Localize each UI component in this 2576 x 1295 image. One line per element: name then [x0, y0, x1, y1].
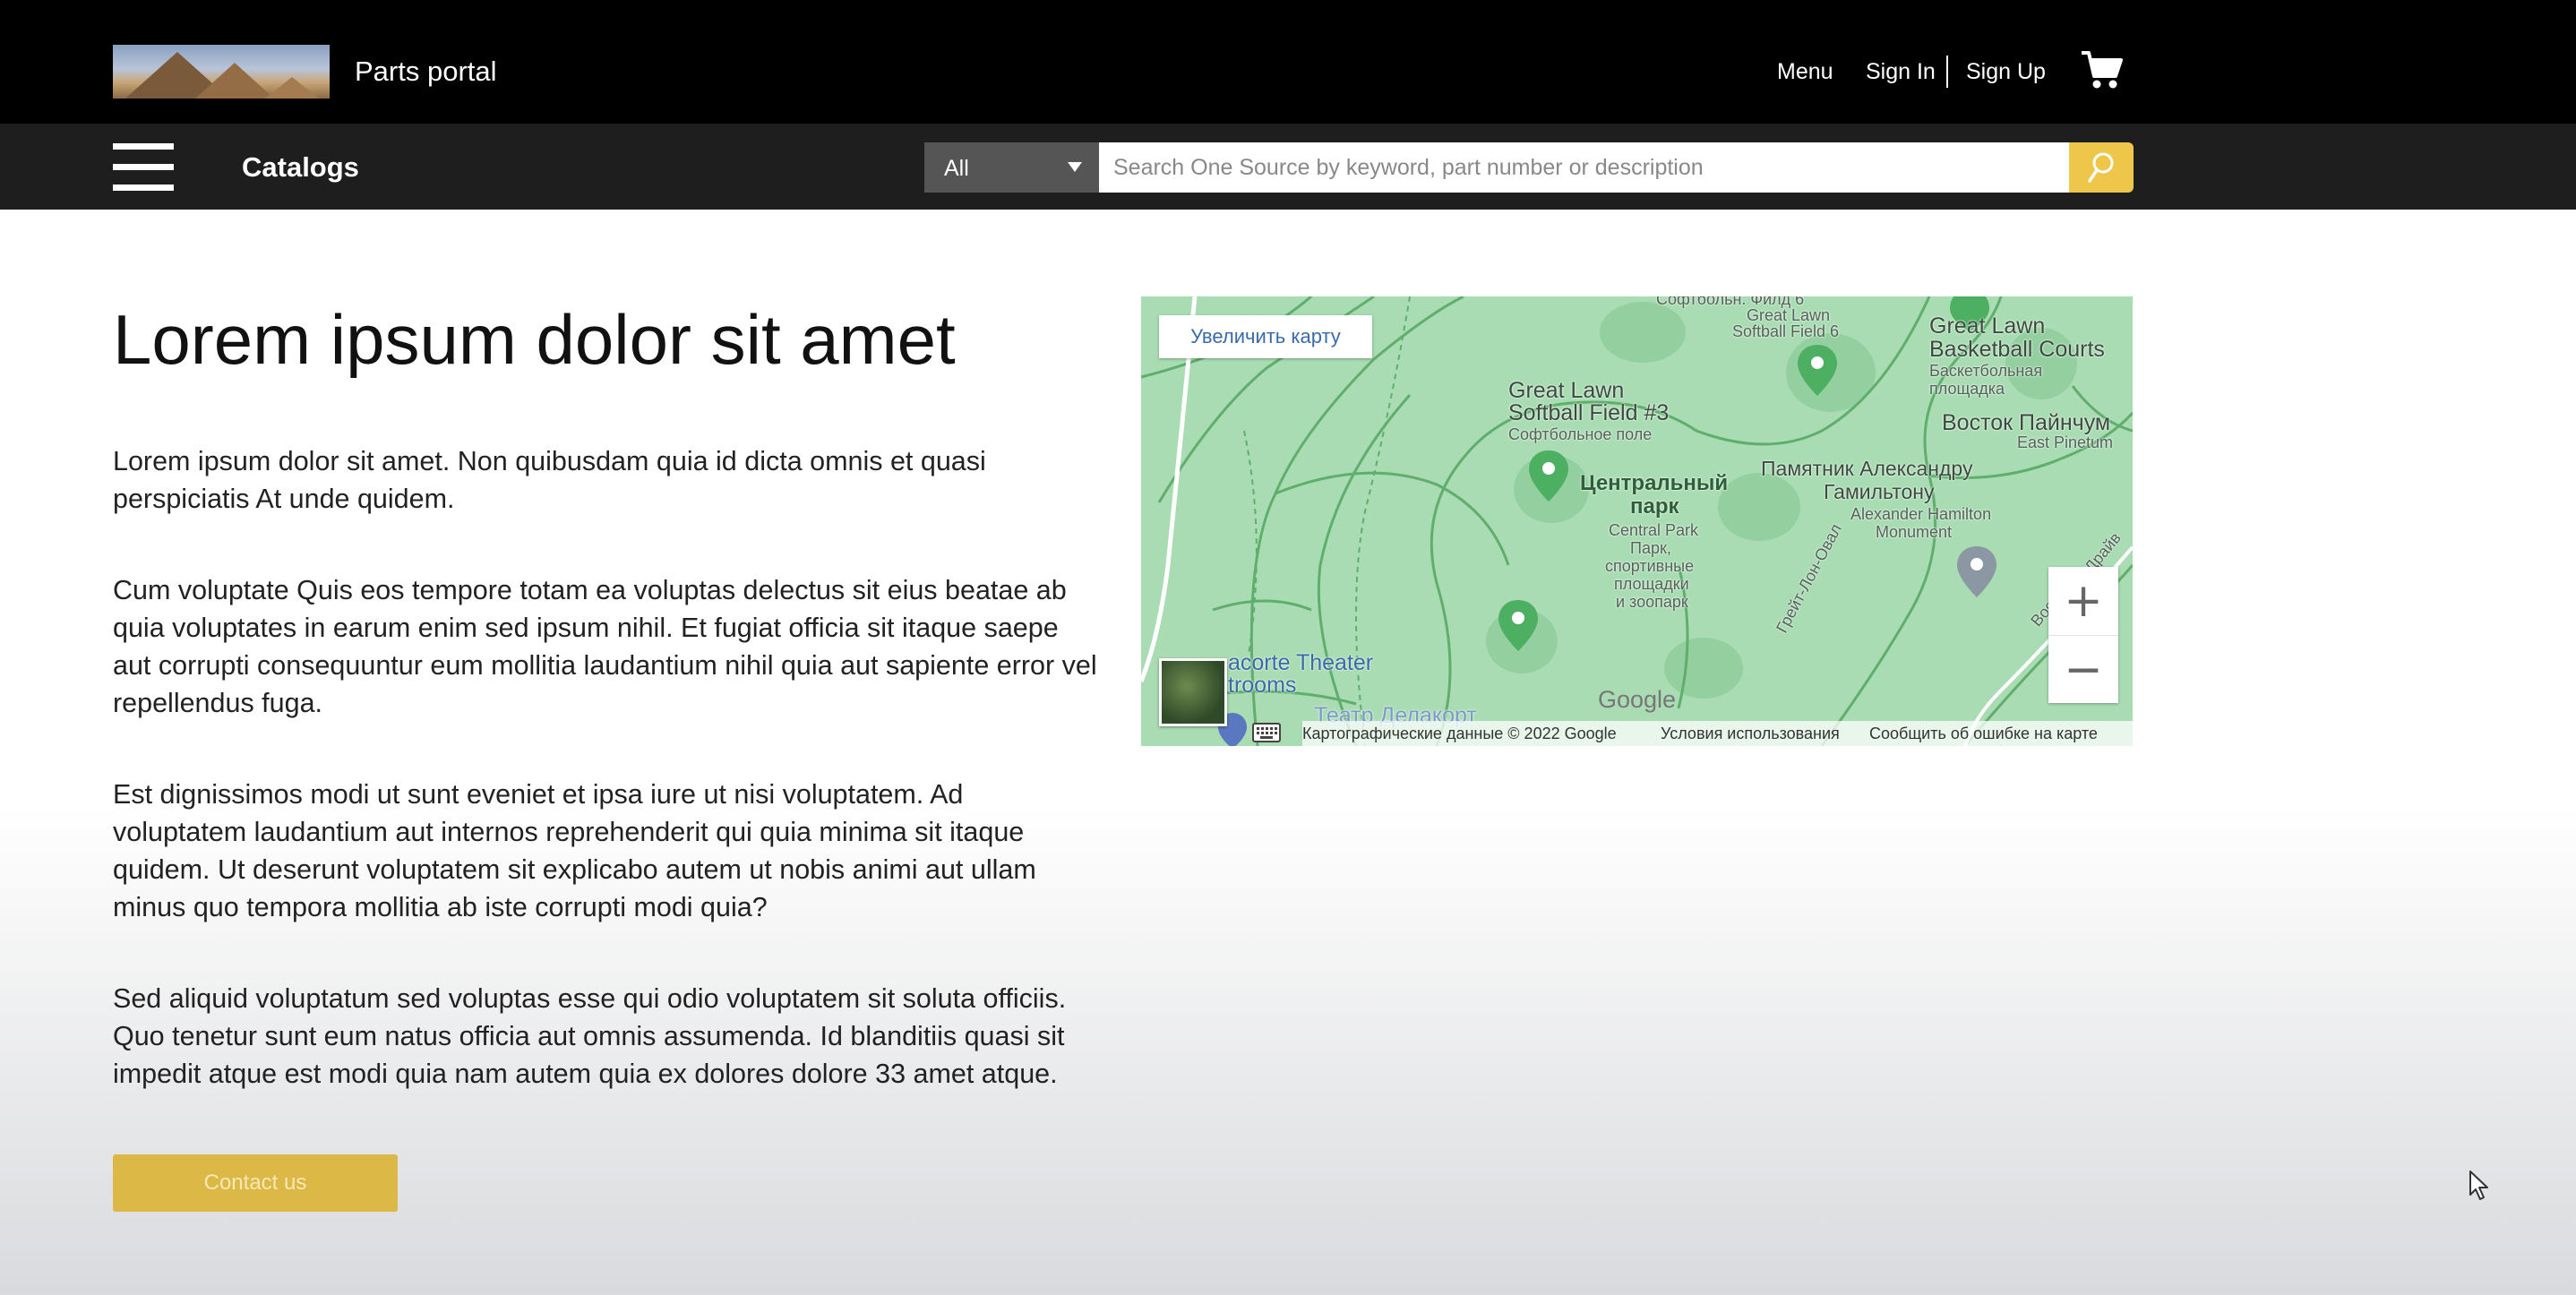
map-label: Softball Field #3 — [1508, 400, 1670, 425]
body-paragraph: Cum voluptate Quis eos tempore totam ea … — [113, 575, 1097, 718]
cart-icon[interactable] — [2080, 49, 2123, 90]
map-label: и зоопарк — [1616, 593, 1688, 611]
hamburger-menu-icon[interactable] — [113, 143, 174, 192]
map-label: Softball Field 6 — [1732, 322, 1840, 340]
map-label: Central Park — [1609, 521, 1699, 539]
map-label: Парк, — [1630, 539, 1671, 557]
page-title: Lorem ipsum dolor sit amet — [113, 300, 956, 379]
google-logo: Google — [1598, 686, 1677, 713]
contact-us-button[interactable]: Contact us — [113, 1154, 398, 1212]
map-label: acorte Theater — [1228, 650, 1374, 675]
body-paragraph: Est dignissimos modi ut sunt eveniet et … — [113, 779, 1036, 922]
zoom-in-button[interactable]: + — [2048, 567, 2118, 635]
map-label: Great Lawn — [1929, 313, 2046, 339]
map-label: Гамильтону — [1824, 480, 1935, 503]
map-data-credit: Картографические данные © 2022 Google — [1302, 725, 1617, 742]
zoom-out-button[interactable]: − — [2048, 635, 2118, 703]
keyboard-icon[interactable] — [1252, 723, 1281, 742]
map-label: площадка — [1929, 380, 2005, 398]
embedded-map[interactable]: Софтбольн. Филд 6 Great Lawn Softball Fi… — [1141, 296, 2133, 746]
enlarge-map-button[interactable]: Увеличить карту — [1159, 315, 1372, 358]
map-label: Alexander Hamilton — [1850, 505, 1992, 523]
pyramids-logo[interactable] — [113, 45, 330, 99]
map-label: East Pinetum — [2017, 433, 2114, 451]
search-button[interactable] — [2069, 142, 2134, 193]
map-label: Баскетбольная — [1929, 362, 2043, 380]
map-label: Центральный — [1580, 471, 1729, 495]
hamburger-line — [113, 143, 174, 150]
search-icon — [2088, 152, 2114, 183]
satellite-view-toggle[interactable] — [1159, 658, 1227, 726]
map-terms-link[interactable]: Условия использования — [1661, 721, 1840, 746]
sign-up-link[interactable]: Sign Up — [1966, 57, 2046, 86]
catalog-bar: Catalogs All — [0, 124, 2576, 210]
map-label: Памятник Александру — [1761, 457, 1973, 480]
body-paragraph: Sed aliquid voluptatum sed voluptas esse… — [113, 983, 1067, 1089]
map-label: парк — [1630, 494, 1679, 519]
map-attribution-bar: Картографические данные © 2022 Google Ус… — [1302, 721, 2133, 746]
pyramid-shape — [265, 77, 319, 99]
hamburger-line — [113, 164, 174, 170]
map-label: площадки — [1614, 575, 1689, 593]
map-label: Софтбольное поле — [1508, 425, 1653, 443]
site-title[interactable]: Parts portal — [355, 54, 497, 90]
search-scope-select[interactable]: All — [924, 142, 1099, 193]
map-label: спортивные — [1605, 557, 1695, 575]
map-label: Basketball Courts — [1929, 337, 2105, 362]
map-label: trooms — [1228, 673, 1297, 698]
search-scope-value: All — [944, 156, 969, 181]
hamburger-line — [113, 184, 174, 191]
search-input[interactable] — [1099, 142, 2069, 193]
map-label: Восток Пайнчум — [1942, 410, 2111, 435]
catalogs-link[interactable]: Catalogs — [242, 150, 359, 184]
pyramid-shape — [195, 63, 274, 99]
sign-in-link[interactable]: Sign In — [1866, 57, 1936, 86]
map-report-link[interactable]: Сообщить об ошибке на карте — [1869, 721, 2098, 746]
mouse-cursor-icon — [2469, 1171, 2488, 1200]
top-header: Parts portal Menu Sign In Sign Up — [0, 0, 2576, 124]
map-zoom-controls: + − — [2048, 567, 2118, 703]
chevron-down-icon — [1068, 162, 1082, 172]
map-label: Monument — [1876, 523, 1953, 541]
nav-divider — [1946, 56, 1948, 88]
nav-menu-link[interactable]: Menu — [1777, 57, 1833, 86]
map-label: Great Lawn — [1508, 378, 1625, 403]
body-paragraph: Lorem ipsum dolor sit amet. Non quibusda… — [113, 446, 986, 514]
